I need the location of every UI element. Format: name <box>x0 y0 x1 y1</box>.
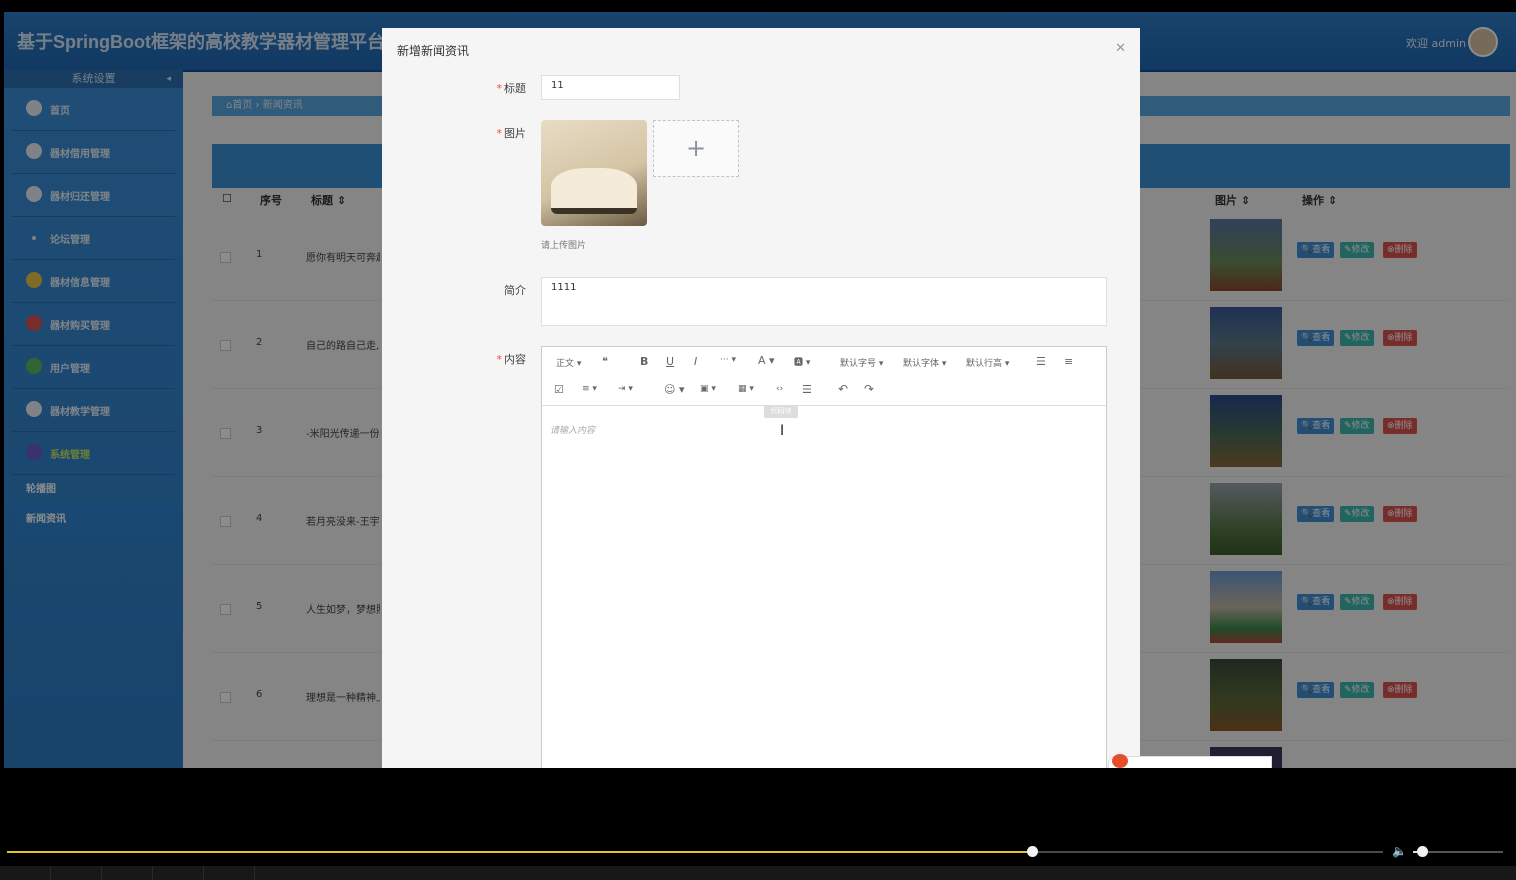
font-family-label: 默认字体 <box>903 359 940 369</box>
summary-textarea[interactable]: 1111 <box>541 277 1107 326</box>
taskbar-segment[interactable] <box>0 866 51 880</box>
more-icon[interactable]: ··· ▾ <box>720 355 736 365</box>
uploaded-image-preview[interactable] <box>541 120 647 226</box>
required-mark: * <box>496 127 503 140</box>
required-mark: * <box>496 353 503 366</box>
taskbar-segment[interactable] <box>51 866 102 880</box>
undo-icon[interactable]: ↶ <box>838 382 848 396</box>
font-family-dropdown[interactable]: 默认字体 ▾ <box>903 356 946 369</box>
text-cursor-icon: I <box>780 423 785 439</box>
volume-handle[interactable] <box>1417 846 1428 857</box>
progress-fill <box>7 851 1033 853</box>
required-mark: * <box>496 82 503 95</box>
taskbar <box>0 866 1516 880</box>
upload-button[interactable]: + <box>653 120 739 177</box>
app-screen: 基于SpringBoot框架的高校教学器材管理平台的 欢迎 admin 系统设置… <box>4 12 1516 768</box>
taskbar-segment[interactable] <box>204 866 255 880</box>
upload-hint: 请上传图片 <box>541 241 587 251</box>
title-input[interactable]: 11 <box>541 75 680 100</box>
bullet-list-icon[interactable]: ☰ <box>1036 355 1046 368</box>
indent-icon[interactable]: ⇥ ▾ <box>618 384 633 394</box>
image-icon[interactable]: ▣ ▾ <box>700 384 716 394</box>
dialog-title: 新增新闻资讯 <box>397 44 470 58</box>
title-label: * 标题 <box>466 80 527 96</box>
background-color-icon[interactable]: 🅰 ▾ <box>794 355 810 368</box>
add-news-dialog: 新增新闻资讯 ✕ * 标题 11 * 图片 + 请上传图片 简介 1111 * 内容 … <box>382 28 1140 768</box>
plus-icon: + <box>685 134 707 162</box>
image-label: * 图片 <box>466 125 527 141</box>
ime-logo-icon <box>1112 754 1128 768</box>
book-image <box>551 168 637 214</box>
content-label-text: 内容 <box>504 353 526 366</box>
content-label: * 内容 <box>466 351 527 367</box>
font-size-label: 默认字号 <box>840 359 877 369</box>
code-icon[interactable]: ‹› <box>776 384 783 394</box>
divider-icon[interactable]: ☰ <box>802 383 812 396</box>
image-label-text: 图片 <box>504 127 526 140</box>
title-label-text: 标题 <box>504 82 526 95</box>
format-dropdown[interactable]: 正文 ▾ <box>556 356 581 369</box>
line-height-label: 默认行高 <box>966 359 1003 369</box>
progress-handle[interactable] <box>1027 846 1039 857</box>
italic-icon[interactable]: I <box>694 355 697 368</box>
numbered-list-icon[interactable]: ≡ <box>1064 355 1073 368</box>
code-tooltip: 代码块 <box>764 405 798 418</box>
content-placeholder: 请输入内容 <box>550 426 596 436</box>
emoji-icon[interactable]: ☺ ▾ <box>664 383 685 396</box>
quote-icon[interactable]: ❝ <box>602 355 608 368</box>
font-size-dropdown[interactable]: 默认字号 ▾ <box>840 356 883 369</box>
table-icon[interactable]: ▦ ▾ <box>738 384 754 394</box>
summary-label: 简介 <box>504 284 526 297</box>
bold-icon[interactable]: B <box>640 355 648 368</box>
taskbar-segment[interactable] <box>153 866 204 880</box>
close-icon[interactable]: ✕ <box>1115 41 1126 56</box>
progress-bar[interactable] <box>7 851 1383 853</box>
editor-toolbar: 正文 ▾ ❝ B U I ··· ▾ A ▾ 🅰 ▾ 默认字号 ▾ 默认字体 ▾… <box>542 347 1106 406</box>
underline-icon[interactable]: U <box>666 355 674 368</box>
taskbar-segment[interactable] <box>102 866 153 880</box>
todo-icon[interactable]: ☑ <box>554 383 564 396</box>
font-color-icon[interactable]: A ▾ <box>758 354 775 367</box>
format-label: 正文 <box>556 359 575 369</box>
rich-text-editor[interactable]: 正文 ▾ ❝ B U I ··· ▾ A ▾ 🅰 ▾ 默认字号 ▾ 默认字体 ▾… <box>541 346 1107 768</box>
redo-icon[interactable]: ↷ <box>864 382 874 396</box>
line-height-dropdown[interactable]: 默认行高 ▾ <box>966 356 1009 369</box>
volume-icon[interactable]: 🔈 <box>1392 844 1407 858</box>
video-player-controls: 🔈 <box>0 840 1516 880</box>
ime-toolbar[interactable] <box>1108 754 1272 768</box>
align-icon[interactable]: ≡ ▾ <box>582 384 597 394</box>
